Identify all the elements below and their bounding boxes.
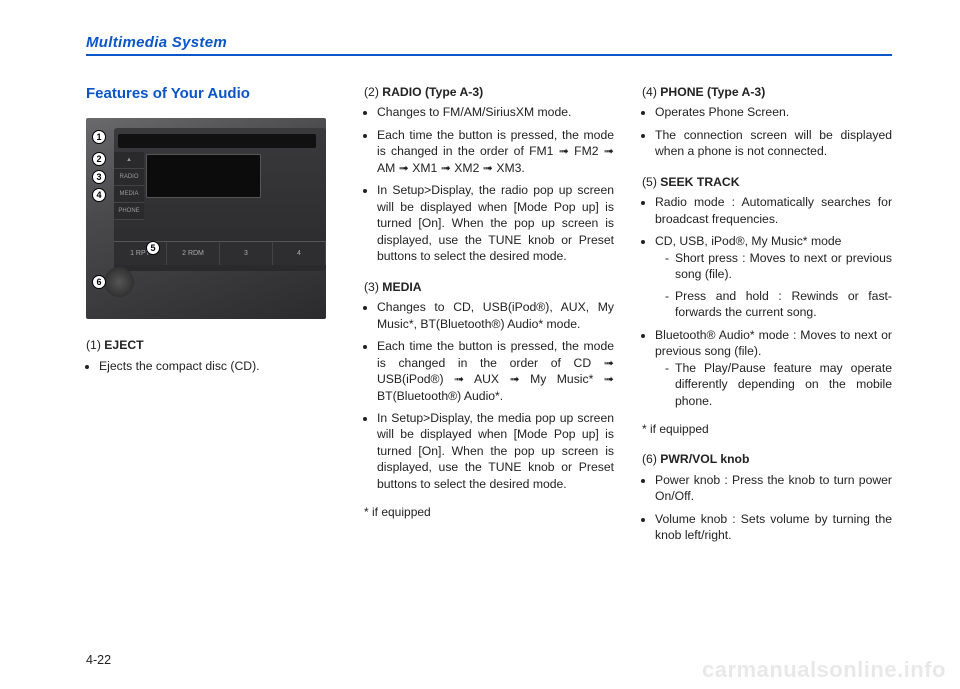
- item-1: (1) EJECT Ejects the compact disc (CD).: [86, 337, 336, 374]
- item-3-name: MEDIA: [382, 280, 421, 294]
- item-3-b3: In Setup>Display, the media pop up scree…: [377, 410, 614, 492]
- side-btn-media: MEDIA: [114, 186, 144, 203]
- item-5-sub2: The Play/Pause feature may operate diffe…: [655, 360, 892, 409]
- audio-unit-photo: ▲ RADIO MEDIA PHONE 1 RPT 2 RDM 3 4 1 2 …: [86, 118, 326, 319]
- item-2-head: (2) RADIO (Type A-3): [364, 84, 614, 100]
- item-6-name: PWR/VOL knob: [660, 452, 749, 466]
- item-4-num: (4): [642, 85, 657, 99]
- item-5: (5) SEEK TRACK Radio mode : Automaticall…: [642, 174, 892, 437]
- item-6-head: (6) PWR/VOL knob: [642, 451, 892, 467]
- item-5-b3: Bluetooth® Audio* mode : Moves to next o…: [655, 327, 892, 409]
- item-5-sub2-a: The Play/Pause feature may operate diffe…: [665, 360, 892, 409]
- callout-6: 6: [92, 275, 106, 289]
- item-6-bullets: Power knob : Press the knob to turn powe…: [642, 472, 892, 544]
- item-4-bullets: Operates Phone Screen. The connection sc…: [642, 104, 892, 159]
- header-rule: [86, 54, 892, 56]
- item-2-name: RADIO (Type A-3): [382, 85, 483, 99]
- column-1: Features of Your Audio ▲ RADIO MEDIA PHO…: [86, 84, 336, 644]
- item-2-b2: Each time the button is pressed, the mod…: [377, 127, 614, 176]
- side-btn-radio: RADIO: [114, 169, 144, 186]
- column-3: (4) PHONE (Type A-3) Operates Phone Scre…: [642, 84, 892, 644]
- item-5-name: SEEK TRACK: [660, 175, 739, 189]
- manual-page: Multimedia System Features of Your Audio…: [0, 0, 960, 689]
- item-5-head: (5) SEEK TRACK: [642, 174, 892, 190]
- volume-knob: [104, 267, 134, 297]
- item-2-b1: Changes to FM/AM/SiriusXM mode.: [377, 104, 614, 120]
- side-buttons: ▲ RADIO MEDIA PHONE: [114, 152, 144, 220]
- item-6: (6) PWR/VOL knob Power knob : Press the …: [642, 451, 892, 543]
- preset-3: 3: [220, 241, 273, 265]
- callout-2: 2: [92, 152, 106, 166]
- item-6-b2: Volume knob : Sets volume by turning the…: [655, 511, 892, 544]
- callout-4: 4: [92, 188, 106, 202]
- item-5-num: (5): [642, 175, 657, 189]
- watermark: carmanualsonline.info: [702, 657, 946, 683]
- chapter-header: Multimedia System: [86, 34, 892, 60]
- item-1-head: (1) EJECT: [86, 337, 336, 353]
- side-btn-eject: ▲: [114, 152, 144, 169]
- item-3-note: * if equipped: [364, 504, 614, 520]
- item-6-num: (6): [642, 452, 657, 466]
- item-2: (2) RADIO (Type A-3) Changes to FM/AM/Si…: [364, 84, 614, 265]
- item-1-name: EJECT: [104, 338, 143, 352]
- item-5-bullets: Radio mode : Automatically searches for …: [642, 194, 892, 409]
- cd-slot: [118, 134, 316, 148]
- callout-3: 3: [92, 170, 106, 184]
- preset-4: 4: [273, 241, 326, 265]
- item-5-b2: CD, USB, iPod®, My Music* mode Short pre…: [655, 233, 892, 320]
- item-4-b1: Operates Phone Screen.: [655, 104, 892, 120]
- chapter-title: Multimedia System: [86, 34, 227, 51]
- item-4-b2: The connection screen will be displayed …: [655, 127, 892, 160]
- item-3-bullets: Changes to CD, USB(iPod®), AUX, My Music…: [364, 299, 614, 492]
- side-btn-phone: PHONE: [114, 203, 144, 220]
- item-3-b2: Each time the button is pressed, the mod…: [377, 338, 614, 404]
- item-3-num: (3): [364, 280, 379, 294]
- item-4: (4) PHONE (Type A-3) Operates Phone Scre…: [642, 84, 892, 160]
- page-number: 4-22: [86, 653, 111, 667]
- content-columns: Features of Your Audio ▲ RADIO MEDIA PHO…: [86, 84, 892, 644]
- item-1-bullets: Ejects the compact disc (CD).: [86, 358, 336, 374]
- item-3: (3) MEDIA Changes to CD, USB(iPod®), AUX…: [364, 279, 614, 521]
- item-6-b1: Power knob : Press the knob to turn powe…: [655, 472, 892, 505]
- item-2-b3: In Setup>Display, the radio pop up scree…: [377, 182, 614, 264]
- item-1-b1: Ejects the compact disc (CD).: [99, 358, 336, 374]
- item-2-num: (2): [364, 85, 379, 99]
- item-4-name: PHONE (Type A-3): [660, 85, 765, 99]
- item-5-b1: Radio mode : Automatically searches for …: [655, 194, 892, 227]
- item-3-head: (3) MEDIA: [364, 279, 614, 295]
- item-5-sub1-b: Press and hold : Rewinds or fast-forward…: [665, 288, 892, 321]
- item-5-note: * if equipped: [642, 421, 892, 437]
- item-3-b1: Changes to CD, USB(iPod®), AUX, My Music…: [377, 299, 614, 332]
- callout-1: 1: [92, 130, 106, 144]
- column-2: (2) RADIO (Type A-3) Changes to FM/AM/Si…: [364, 84, 614, 644]
- display-screen: [146, 154, 261, 198]
- item-5-sub1: Short press : Moves to next or previous …: [655, 250, 892, 321]
- item-5-sub1-a: Short press : Moves to next or previous …: [665, 250, 892, 283]
- preset-2: 2 RDM: [167, 241, 220, 265]
- item-2-bullets: Changes to FM/AM/SiriusXM mode. Each tim…: [364, 104, 614, 264]
- item-4-head: (4) PHONE (Type A-3): [642, 84, 892, 100]
- section-title: Features of Your Audio: [86, 84, 336, 104]
- item-1-num: (1): [86, 338, 101, 352]
